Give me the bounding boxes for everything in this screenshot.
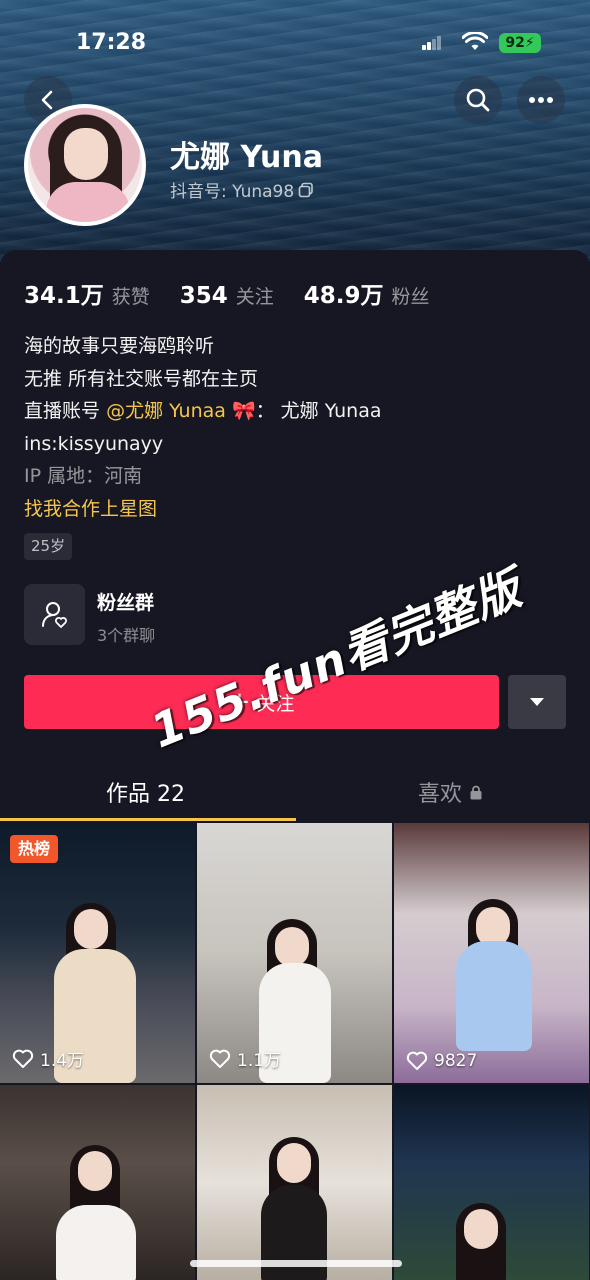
- video-like-count: 9827: [406, 1051, 477, 1071]
- age-badge: 25岁: [24, 533, 73, 560]
- video-grid: 热榜 1.4万 1.1万 9827: [0, 823, 590, 1280]
- star-map-link[interactable]: 找我合作上星图: [24, 493, 564, 526]
- avatar[interactable]: [24, 104, 146, 226]
- tab-works[interactable]: 作品 22: [106, 776, 185, 808]
- search-button[interactable]: [454, 76, 502, 124]
- douyin-id[interactable]: 抖音号: Yuna98: [170, 177, 314, 202]
- ip-location: IP 属地：河南: [24, 465, 143, 487]
- cellular-signal-icon: [422, 36, 441, 50]
- copy-icon[interactable]: [298, 182, 314, 198]
- home-indicator: [190, 1260, 402, 1267]
- chevron-left-icon: [41, 90, 53, 110]
- profile-bio: 海的故事只要海鸥聆听 无推 所有社交账号都在主页 直播账号 @尤娜 Yunaa …: [24, 330, 564, 562]
- fan-group-subtitle: 3个群聊: [97, 626, 156, 645]
- heart-outline-icon: [12, 1049, 34, 1068]
- stat-likes: 34.1万 获赞: [24, 283, 150, 309]
- lock-icon: [470, 785, 482, 799]
- content-tabs: 作品 22 喜欢: [0, 762, 590, 822]
- triangle-down-icon: [530, 698, 544, 706]
- active-tab-indicator: [0, 818, 296, 821]
- live-account-mention[interactable]: @尤娜 Yunaa: [106, 400, 226, 422]
- fan-group-icon: [24, 584, 85, 645]
- video-tile[interactable]: [0, 1085, 195, 1280]
- ribbon-icon: 🎀: [231, 400, 256, 422]
- video-tile[interactable]: 9827: [394, 823, 589, 1083]
- video-like-count: 1.1万: [209, 1046, 281, 1071]
- heart-outline-icon: [209, 1049, 231, 1068]
- video-tile[interactable]: [394, 1085, 589, 1280]
- more-button[interactable]: [517, 76, 565, 124]
- stat-following[interactable]: 354 关注: [180, 282, 274, 309]
- more-dots-icon: [529, 97, 553, 103]
- bio-line: ins:kissyunayy: [24, 432, 164, 455]
- stat-followers[interactable]: 48.9万 粉丝: [304, 276, 430, 310]
- battery-indicator: 92⚡: [499, 33, 541, 53]
- video-like-count: 1.4万: [12, 1046, 84, 1071]
- fan-group-title: 粉丝群: [97, 592, 155, 614]
- hot-list-badge: 热榜: [10, 835, 58, 863]
- recommend-dropdown-button[interactable]: [508, 675, 566, 729]
- video-tile[interactable]: 1.1万: [197, 823, 392, 1083]
- wifi-icon: [462, 32, 488, 50]
- search-icon: [466, 88, 490, 112]
- status-time: 17:28: [76, 30, 147, 55]
- fan-group-entry[interactable]: 粉丝群 3个群聊: [24, 584, 324, 646]
- video-tile[interactable]: 热榜 1.4万: [0, 823, 195, 1083]
- profile-stats: 34.1万 获赞 354 关注 48.9万 粉丝: [24, 276, 430, 310]
- profile-name: 尤娜 Yuna: [170, 140, 323, 175]
- status-bar: 17:28 92⚡: [0, 28, 590, 64]
- tab-likes[interactable]: 喜欢: [418, 776, 482, 808]
- bio-line: 直播账号 @尤娜 Yunaa 🎀： 尤娜 Yunaa: [24, 400, 382, 422]
- heart-outline-icon: [406, 1051, 428, 1070]
- bio-line: 海的故事只要海鸥聆听: [24, 335, 215, 357]
- bio-line: 无推 所有社交账号都在主页: [24, 367, 259, 390]
- video-tile[interactable]: [197, 1085, 392, 1280]
